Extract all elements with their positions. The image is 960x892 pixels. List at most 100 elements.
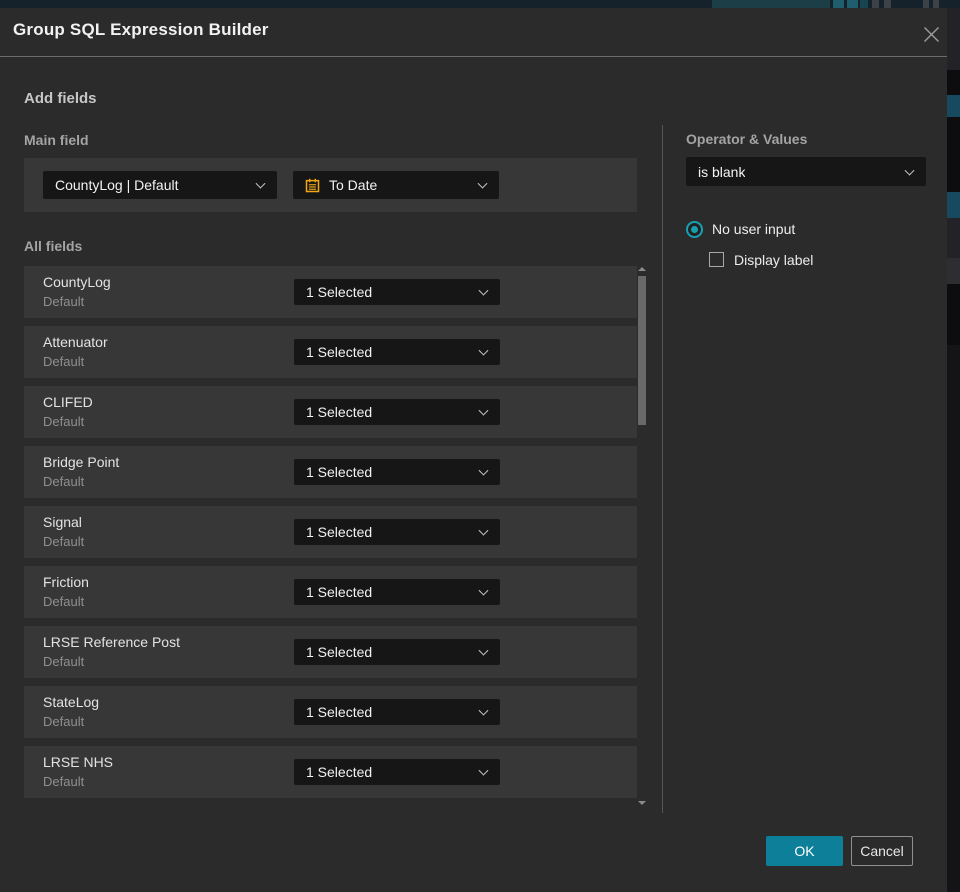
chevron-down-icon <box>478 705 489 716</box>
dialog-title: Group SQL Expression Builder <box>13 20 269 39</box>
scroll-up-icon[interactable] <box>638 267 646 271</box>
field-sublabel: Default <box>43 714 85 729</box>
field-selected-value: 1 Selected <box>306 404 373 420</box>
chevron-down-icon <box>478 285 489 296</box>
field-row: LRSE NHS Default 1 Selected <box>24 746 637 798</box>
add-fields-heading: Add fields <box>24 90 97 107</box>
background-block <box>947 8 960 70</box>
chevron-down-icon <box>904 165 915 176</box>
chevron-down-icon <box>477 178 488 189</box>
field-name: Friction <box>43 574 89 590</box>
main-field-label: Main field <box>24 132 89 148</box>
field-selected-dropdown[interactable]: 1 Selected <box>294 399 500 425</box>
field-sublabel: Default <box>43 774 85 789</box>
field-selected-value: 1 Selected <box>306 644 373 660</box>
field-sublabel: Default <box>43 354 85 369</box>
field-row: Attenuator Default 1 Selected <box>24 326 637 378</box>
field-selected-value: 1 Selected <box>306 764 373 780</box>
main-field-dropdown-value: CountyLog | Default <box>55 177 179 193</box>
field-selected-dropdown[interactable]: 1 Selected <box>294 339 500 365</box>
background-app-right-strip <box>947 8 960 892</box>
field-selected-dropdown[interactable]: 1 Selected <box>294 639 500 665</box>
field-selected-value: 1 Selected <box>306 584 373 600</box>
field-sublabel: Default <box>43 294 85 309</box>
operator-dropdown-value: is blank <box>698 163 746 180</box>
live-view-label: Live view <box>751 0 804 2</box>
dialog-header: Group SQL Expression Builder <box>0 8 947 57</box>
field-sublabel: Default <box>43 474 85 489</box>
operator-values-heading: Operator & Values <box>686 131 808 147</box>
checkbox-unchecked-icon <box>709 252 724 267</box>
display-label-label: Display label <box>734 251 814 268</box>
field-row: Bridge Point Default 1 Selected <box>24 446 637 498</box>
scrollbar[interactable] <box>637 266 647 806</box>
field-selected-value: 1 Selected <box>306 284 373 300</box>
field-row: Friction Default 1 Selected <box>24 566 637 618</box>
field-selected-value: 1 Selected <box>306 524 373 540</box>
chevron-down-icon <box>478 465 489 476</box>
field-selected-dropdown[interactable]: 1 Selected <box>294 579 500 605</box>
background-teal-block <box>947 95 960 117</box>
chevron-down-icon <box>478 765 489 776</box>
field-row: Signal Default 1 Selected <box>24 506 637 558</box>
field-selected-value: 1 Selected <box>306 464 373 480</box>
display-label-checkbox[interactable]: Display label <box>709 251 813 268</box>
ok-button[interactable]: OK <box>766 836 843 866</box>
background-bar-chart-icon <box>860 0 868 8</box>
field-name: LRSE Reference Post <box>43 634 180 650</box>
field-type-dropdown-value: To Date <box>329 177 378 193</box>
field-selected-dropdown[interactable]: 1 Selected <box>294 699 500 725</box>
field-sublabel: Default <box>43 414 85 429</box>
chevron-down-icon <box>478 405 489 416</box>
field-sublabel: Default <box>43 594 85 609</box>
background-bar-chart-icon <box>847 0 858 8</box>
field-selected-dropdown[interactable]: 1 Selected <box>294 459 500 485</box>
field-row: CLIFED Default 1 Selected <box>24 386 637 438</box>
field-type-dropdown[interactable]: To Date <box>293 171 499 199</box>
all-fields-list: CountyLog Default 1 Selected Attenuator … <box>24 266 637 806</box>
main-field-dropdown[interactable]: CountyLog | Default <box>43 171 277 199</box>
background-bar-icon <box>923 0 929 8</box>
background-teal-block <box>947 192 960 218</box>
field-name: StateLog <box>43 694 100 710</box>
field-selected-dropdown[interactable]: 1 Selected <box>294 279 500 305</box>
chevron-down-icon <box>478 645 489 656</box>
background-block <box>947 258 960 284</box>
scroll-down-icon[interactable] <box>638 801 646 805</box>
main-field-panel: CountyLog | Default To Date <box>24 158 637 212</box>
chevron-down-icon <box>255 178 266 189</box>
field-row: StateLog Default 1 Selected <box>24 686 637 738</box>
background-bar-icon <box>884 0 891 8</box>
field-selected-dropdown[interactable]: 1 Selected <box>294 519 500 545</box>
chevron-down-icon <box>478 345 489 356</box>
field-name: Signal <box>43 514 82 530</box>
close-icon[interactable] <box>919 22 943 46</box>
no-user-input-label: No user input <box>712 221 796 237</box>
field-row: LRSE Reference Post Default 1 Selected <box>24 626 637 678</box>
background-block <box>947 345 960 892</box>
no-user-input-radio[interactable]: No user input <box>686 220 795 238</box>
calendar-icon <box>305 178 320 192</box>
field-name: CountyLog <box>43 274 111 290</box>
radio-selected-icon <box>686 220 703 238</box>
field-selected-dropdown[interactable]: 1 Selected <box>294 759 500 785</box>
dialog-group-sql-expression-builder: Group SQL Expression Builder Add fields … <box>0 8 947 892</box>
field-selected-value: 1 Selected <box>306 704 373 720</box>
background-bar-chart-icon <box>833 0 844 8</box>
field-selected-value: 1 Selected <box>306 344 373 360</box>
background-app-top-strip: Live view <box>0 0 960 8</box>
cancel-button[interactable]: Cancel <box>851 836 913 866</box>
column-divider <box>662 125 663 813</box>
field-sublabel: Default <box>43 534 85 549</box>
chevron-down-icon <box>478 585 489 596</box>
scrollbar-thumb[interactable] <box>638 276 646 425</box>
operator-dropdown[interactable]: is blank <box>686 157 926 186</box>
background-block <box>947 218 960 258</box>
field-name: Attenuator <box>43 334 108 350</box>
live-view-button[interactable]: Live view <box>712 0 830 8</box>
all-fields-label: All fields <box>24 238 83 254</box>
field-name: Bridge Point <box>43 454 120 470</box>
field-name: CLIFED <box>43 394 93 410</box>
screen: Live view Group SQL Expression Builder <box>0 0 960 892</box>
field-sublabel: Default <box>43 654 85 669</box>
